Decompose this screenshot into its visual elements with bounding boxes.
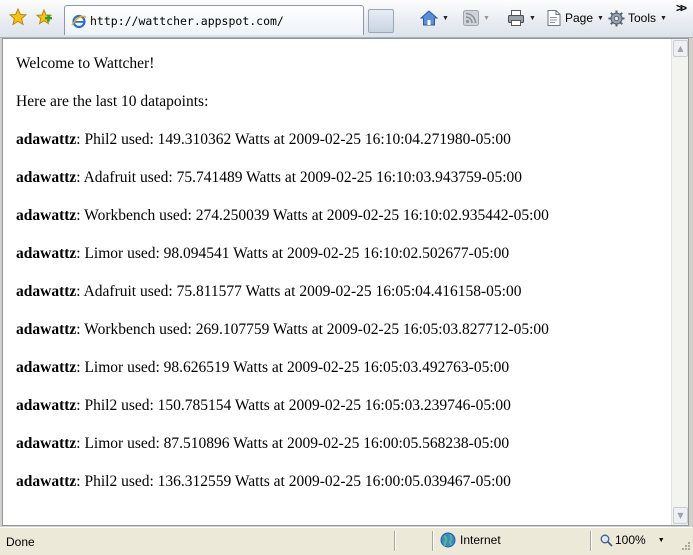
datapoint-row: adawattz: Workbench used: 274.250039 Wat…	[16, 207, 549, 225]
intro-text: Here are the last 10 datapoints:	[16, 93, 209, 110]
print-button[interactable]: ▼	[507, 6, 536, 30]
scroll-up-button[interactable]: ▲	[673, 40, 688, 57]
datapoint-user: adawattz	[16, 283, 77, 300]
datapoint-user: adawattz	[16, 321, 77, 338]
favorites-star-icon[interactable]	[8, 7, 28, 27]
datapoint-text: : Phil2 used: 136.312559 Watts at 2009-0…	[76, 473, 511, 490]
datapoint-row: adawattz: Phil2 used: 150.785154 Watts a…	[16, 397, 511, 415]
page-menu-label: Page	[565, 11, 594, 25]
datapoint-text: : Limor used: 87.510896 Watts at 2009-02…	[76, 435, 510, 452]
datapoint-row: adawattz: Workbench used: 269.107759 Wat…	[16, 321, 549, 339]
page-content: Welcome to Wattcher! Here are the last 1…	[3, 39, 671, 525]
datapoint-text: : Phil2 used: 150.785154 Watts at 2009-0…	[76, 397, 511, 414]
page-menu[interactable]: Page ▼	[546, 6, 604, 30]
datapoint-row: adawattz: Limor used: 98.626519 Watts at…	[16, 359, 509, 377]
magnifier-icon	[600, 534, 613, 547]
zoom-level: 100%	[615, 533, 646, 547]
datapoint-user: adawattz	[16, 207, 77, 224]
datapoint-row: adawattz: Adafruit used: 75.811577 Watts…	[16, 283, 521, 301]
datapoint-text: : Limor used: 98.094541 Watts at 2009-02…	[76, 245, 510, 262]
home-button[interactable]: ▼	[420, 6, 449, 30]
datapoint-text: : Adafruit used: 75.811577 Watts at 2009…	[76, 283, 522, 300]
datapoint-text: : Limor used: 98.626519 Watts at 2009-02…	[76, 359, 510, 376]
status-bar: Done Internet 100% ▼	[0, 527, 693, 555]
datapoint-row: adawattz: Limor used: 87.510896 Watts at…	[16, 435, 509, 453]
printer-icon	[508, 10, 524, 26]
status-text: Done	[6, 535, 35, 549]
scroll-down-button[interactable]: ▼	[673, 507, 688, 524]
status-divider	[394, 531, 395, 551]
datapoint-text: : Workbench used: 274.250039 Watts at 20…	[76, 207, 549, 224]
welcome-heading: Welcome to Wattcher!	[16, 55, 155, 72]
add-favorites-icon[interactable]	[34, 7, 54, 27]
tools-menu-label: Tools	[628, 11, 657, 25]
datapoint-row: adawattz: Adafruit used: 75.741489 Watts…	[16, 169, 522, 187]
tab-title: http://wattcher.appspot.com/	[90, 13, 284, 28]
resize-grip-icon[interactable]	[679, 541, 691, 553]
status-divider	[432, 531, 433, 551]
vertical-scrollbar[interactable]: ▲ ▼	[671, 39, 688, 525]
tools-menu[interactable]: Tools ▼	[608, 6, 667, 30]
home-icon	[420, 10, 438, 26]
gear-icon	[608, 10, 625, 26]
datapoint-user: adawattz	[16, 359, 77, 376]
datapoint-text: : Adafruit used: 75.741489 Watts at 2009…	[76, 169, 523, 186]
datapoint-user: adawattz	[16, 397, 77, 414]
chevron-down-icon[interactable]: ▼	[442, 15, 449, 22]
zone-label: Internet	[460, 533, 501, 547]
datapoint-user: adawattz	[16, 435, 77, 452]
tab-active[interactable]: http://wattcher.appspot.com/	[64, 5, 364, 35]
datapoint-row: adawattz: Phil2 used: 136.312559 Watts a…	[16, 473, 511, 491]
chevron-down-icon: ▼	[660, 14, 667, 22]
datapoint-user: adawattz	[16, 473, 77, 490]
page-viewport: Welcome to Wattcher! Here are the last 1…	[2, 38, 689, 526]
datapoint-user: adawattz	[16, 169, 77, 186]
status-divider	[590, 531, 591, 551]
datapoint-row: adawattz: Limor used: 98.094541 Watts at…	[16, 245, 509, 263]
page-icon	[547, 10, 561, 26]
new-tab-button[interactable]	[368, 9, 394, 33]
zoom-control[interactable]: 100% ▼	[600, 533, 665, 547]
toolbar-overflow-chevron-icon[interactable]: >>	[676, 1, 687, 15]
rss-feed-icon	[463, 10, 479, 26]
ie-page-icon	[71, 14, 87, 28]
datapoint-text: : Phil2 used: 149.310362 Watts at 2009-0…	[76, 131, 511, 148]
datapoint-user: adawattz	[16, 131, 77, 148]
globe-icon	[440, 532, 456, 548]
chevron-down-icon[interactable]: ▼	[529, 15, 536, 22]
datapoint-user: adawattz	[16, 245, 77, 262]
datapoint-text: : Workbench used: 269.107759 Watts at 20…	[76, 321, 549, 338]
security-zone[interactable]: Internet	[440, 532, 501, 548]
chevron-down-icon: ▼	[597, 14, 604, 22]
chevron-down-icon: ▼	[657, 536, 665, 544]
feeds-button[interactable]: ▼	[463, 6, 490, 30]
chevron-down-icon[interactable]: ▼	[483, 15, 490, 22]
datapoint-row: adawattz: Phil2 used: 149.310362 Watts a…	[16, 131, 511, 149]
browser-toolbar: http://wattcher.appspot.com/ ▼ ▼ ▼ Page …	[0, 0, 693, 38]
